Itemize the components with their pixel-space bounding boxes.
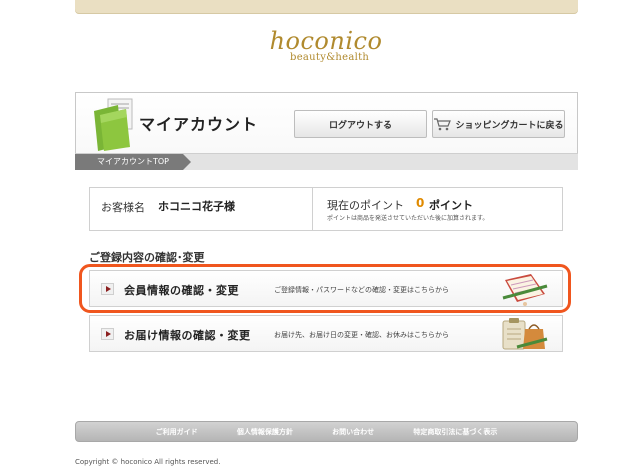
- member-info-label: 会員情報の確認・変更: [124, 284, 239, 297]
- cart-icon: [433, 117, 452, 131]
- notebook-pen-icon: [495, 272, 555, 306]
- points-value: 0: [416, 196, 425, 210]
- back-to-cart-button[interactable]: ショッピングカートに戻る: [432, 110, 565, 138]
- delivery-info-link[interactable]: お届け情報の確認・変更 お届け先、お届け日の変更・確認、お休みはこちらから: [89, 315, 563, 352]
- member-info-link[interactable]: 会員情報の確認・変更 ご登録情報・パスワードなどの確認・変更はこちらから: [89, 270, 563, 307]
- logout-button[interactable]: ログアウトする: [294, 110, 427, 138]
- play-arrow-icon: [101, 283, 114, 295]
- section-title: ご登録内容の確認･変更: [89, 251, 205, 264]
- points-note: ポイントは商品を発送させていただいた後に加算されます。: [327, 215, 489, 222]
- page-title: マイアカウント: [139, 115, 259, 134]
- points-label: 現在のポイント: [327, 199, 404, 212]
- top-banner: [75, 0, 578, 14]
- info-divider: [312, 188, 313, 230]
- delivery-info-label: お届け情報の確認・変更: [124, 329, 251, 342]
- site-logo[interactable]: hoconico beauty&health: [266, 28, 386, 68]
- footer-nav: ご利用ガイド 個人情報保護方針 お問い合わせ 特定商取引法に基づく表示: [75, 421, 578, 442]
- footer-link-legal[interactable]: 特定商取引法に基づく表示: [413, 427, 497, 437]
- logo-wordmark: hoconico: [269, 27, 383, 55]
- member-info-desc: ご登録情報・パスワードなどの確認・変更はこちらから: [274, 286, 449, 294]
- footer-link-guide[interactable]: ご利用ガイド: [156, 427, 198, 437]
- footer-link-contact[interactable]: お問い合わせ: [332, 427, 374, 437]
- copyright: Copyright © hoconico All rights reserved…: [75, 458, 221, 466]
- play-arrow-icon: [101, 328, 114, 340]
- customer-info-panel: お客様名 ホコニコ花子様 現在のポイント 0 ポイント ポイントは商品を発送させ…: [89, 187, 563, 231]
- customer-name: ホコニコ花子様: [158, 200, 235, 213]
- clipboard-bag-icon: [495, 317, 555, 351]
- points-unit: ポイント: [429, 199, 473, 212]
- breadcrumb: マイアカウントTOP: [75, 153, 578, 170]
- footer-link-privacy[interactable]: 個人情報保護方針: [237, 427, 293, 437]
- logo-tagline: beauty&health: [290, 52, 370, 63]
- folder-icon: [88, 95, 138, 153]
- back-to-cart-label: ショッピングカートに戻る: [455, 120, 564, 131]
- breadcrumb-item-current: マイアカウントTOP: [75, 154, 183, 170]
- customer-name-label: お客様名: [101, 201, 145, 214]
- breadcrumb-arrow: [183, 154, 191, 170]
- logout-label: ログアウトする: [328, 120, 392, 131]
- delivery-info-desc: お届け先、お届け日の変更・確認、お休みはこちらから: [274, 331, 449, 339]
